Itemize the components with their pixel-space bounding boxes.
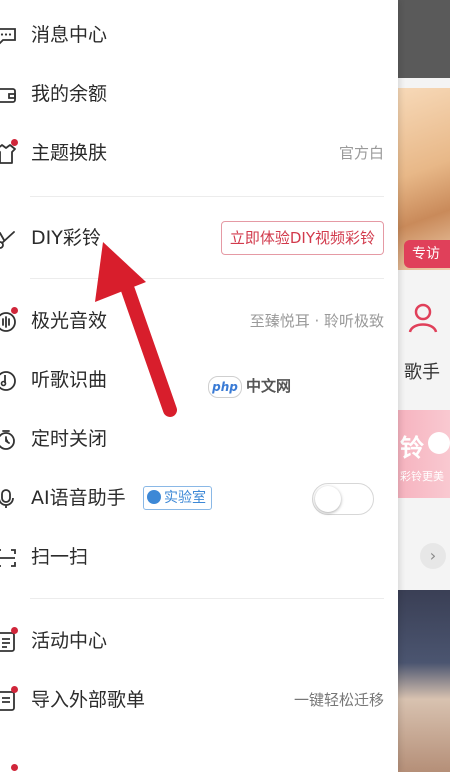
- menu-label: DIY彩铃: [31, 227, 101, 249]
- notification-dot: [11, 764, 18, 771]
- banner-subtitle: 彩铃更美: [400, 470, 444, 483]
- toggle-knob: [315, 486, 341, 512]
- menu-item-timer[interactable]: 定时关闭: [0, 412, 398, 468]
- menu-item-diy-ringtone[interactable]: DIY彩铃 立即体验DIY视频彩铃: [0, 211, 398, 267]
- watermark: php 中文网: [208, 375, 291, 398]
- menu-label: 活动中心: [31, 630, 108, 652]
- menu-label: 主题换肤: [31, 142, 108, 164]
- singer-label: 歌手: [404, 362, 440, 383]
- menu-item-scan[interactable]: 扫一扫: [0, 530, 398, 586]
- menu-item-import-playlist[interactable]: 导入外部歌单 一键轻松迁移: [0, 673, 398, 729]
- ai-voice-toggle[interactable]: [312, 483, 374, 515]
- lab-badge-text: 实验室: [164, 490, 206, 506]
- chevron-right-icon[interactable]: ›: [420, 543, 446, 569]
- lab-badge: 实验室: [143, 486, 212, 510]
- menu-label: 我的余额: [31, 83, 108, 105]
- menu-label: 听歌识曲: [31, 369, 108, 391]
- notification-dot: [11, 307, 18, 314]
- timer-icon: [0, 428, 18, 452]
- menu-item-theme[interactable]: 主题换肤 官方白: [0, 126, 398, 182]
- menu-item-activity-center[interactable]: 活动中心: [0, 614, 398, 670]
- divider: [30, 196, 384, 197]
- divider: [30, 598, 384, 599]
- watermark-text: 中文网: [246, 377, 292, 395]
- aurora-value: 至臻悦耳 · 聆听极致: [249, 312, 384, 330]
- notification-dot: [11, 139, 18, 146]
- wallet-icon: [0, 83, 18, 107]
- menu-item-ai-voice[interactable]: AI语音助手 实验室: [0, 471, 398, 527]
- side-menu-drawer: 消息中心 我的余额 主题换肤 官方白 DIY彩铃 立即体验DIY视频彩铃 极光音…: [0, 0, 398, 772]
- lab-mic-icon: [147, 490, 161, 504]
- menu-label: 导入外部歌单: [31, 689, 146, 711]
- menu-item-aurora-sound[interactable]: 极光音效 至臻悦耳 · 聆听极致: [0, 294, 398, 350]
- notification-dot: [11, 627, 18, 634]
- background-topbar: [398, 0, 450, 78]
- scan-icon: [0, 546, 18, 570]
- menu-label: 扫一扫: [31, 546, 89, 568]
- scissors-icon: [0, 227, 18, 251]
- theme-value: 官方白: [338, 144, 384, 162]
- play-icon: [428, 432, 450, 454]
- background-photo-2: [398, 590, 450, 772]
- menu-label: 消息中心: [31, 24, 108, 46]
- menu-item-song-recognition[interactable]: 听歌识曲: [0, 353, 398, 409]
- import-value: 一键轻松迁移: [293, 691, 384, 709]
- interview-tag: 专访: [404, 240, 450, 268]
- music-recognize-icon: [0, 369, 18, 393]
- menu-label: 定时关闭: [31, 428, 108, 450]
- banner-text: 铃: [400, 434, 424, 462]
- mic-icon: [0, 487, 18, 511]
- menu-item-balance[interactable]: 我的余额: [0, 67, 398, 123]
- ringtone-banner[interactable]: 铃 彩铃更美: [398, 410, 450, 498]
- menu-label: AI语音助手: [31, 487, 126, 509]
- menu-item-messages[interactable]: 消息中心: [0, 8, 398, 64]
- menu-item-partial[interactable]: [0, 732, 398, 772]
- background-app: 专访 歌手 铃 彩铃更美 ›: [398, 0, 450, 772]
- singer-icon: [408, 303, 438, 333]
- watermark-logo: php: [208, 376, 242, 398]
- notification-dot: [11, 686, 18, 693]
- try-diy-video-ringtone-button[interactable]: 立即体验DIY视频彩铃: [220, 221, 384, 255]
- divider: [30, 278, 384, 279]
- menu-label: 极光音效: [31, 310, 108, 332]
- chat-bubble-icon: [0, 24, 18, 48]
